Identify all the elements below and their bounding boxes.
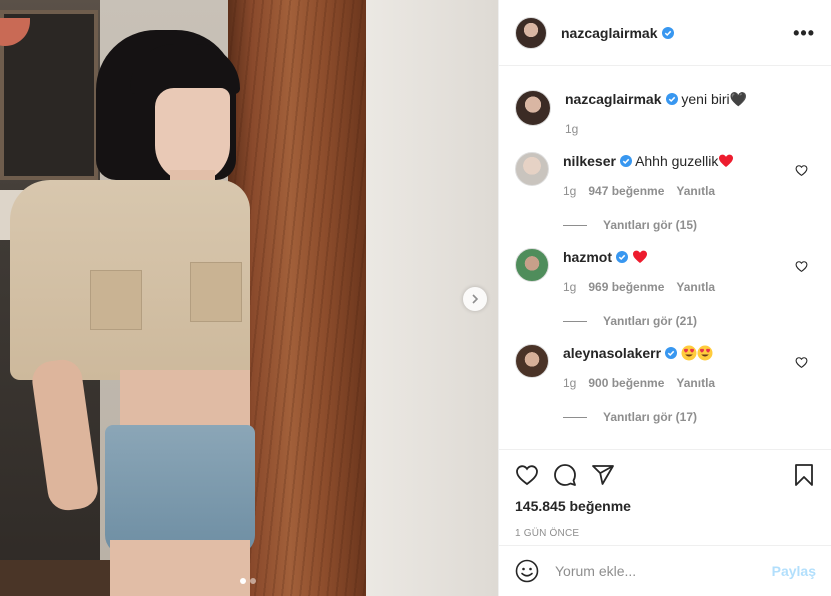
verified-badge-icon <box>661 26 674 39</box>
post-actions: 145.845 beğenme 1 GÜN ÖNCE <box>499 449 831 539</box>
post-header: nazcaglairmak ••• <box>499 0 831 66</box>
share-paper-plane-icon[interactable] <box>591 463 615 487</box>
like-count[interactable]: 145.845 beğenme <box>515 498 816 514</box>
reply-button[interactable]: Yanıtla <box>676 376 715 390</box>
verified-badge-icon <box>665 347 678 359</box>
red-heart-emoji-icon <box>719 154 734 167</box>
caption-time[interactable]: 1g <box>565 122 578 136</box>
carousel-dot <box>250 578 256 584</box>
view-replies-label: Yanıtları gör (15) <box>603 218 698 232</box>
more-options-icon[interactable]: ••• <box>793 24 815 42</box>
post-media[interactable] <box>0 0 498 596</box>
verified-badge-icon <box>665 93 678 105</box>
reply-button[interactable]: Yanıtla <box>676 184 715 198</box>
red-heart-emoji-icon <box>632 250 647 263</box>
comment-likes[interactable]: 969 beğenme <box>588 280 664 294</box>
comment-text: Ahhh guzellik <box>635 153 719 169</box>
comment-item: aleynasolakerr 1g 900 beğenme Yanıtla Ya… <box>515 344 816 424</box>
post-timestamp[interactable]: 1 GÜN ÖNCE <box>515 528 816 539</box>
commenter-avatar[interactable] <box>515 248 549 282</box>
view-replies-button[interactable]: Yanıtları gör (21) <box>563 314 816 328</box>
comment-likes[interactable]: 947 beğenme <box>588 184 664 198</box>
caption-text: yeni biri🖤 <box>681 91 748 107</box>
heart-outline-icon[interactable] <box>795 356 808 369</box>
comment-item: hazmot 1g 969 beğenme Yanıtla Yanıtları … <box>515 248 816 328</box>
carousel-dot-active <box>240 578 246 584</box>
chevron-right-icon <box>472 294 479 304</box>
view-replies-label: Yanıtları gör (21) <box>603 314 698 328</box>
emoji-smiley-icon[interactable] <box>515 559 539 583</box>
heart-outline-icon[interactable] <box>795 260 808 273</box>
replies-divider <box>563 320 587 322</box>
view-replies-button[interactable]: Yanıtları gör (15) <box>563 218 816 232</box>
next-slide-button[interactable] <box>463 287 487 311</box>
bookmark-icon[interactable] <box>792 463 816 487</box>
add-comment-bar: Paylaş <box>499 545 831 596</box>
heart-eyes-emoji-icon <box>697 345 713 361</box>
comment-item: nilkeser Ahhh guzellik 1g 947 beğenme Ya… <box>515 152 816 232</box>
commenter-avatar[interactable] <box>515 344 549 378</box>
like-heart-icon[interactable] <box>515 463 539 487</box>
commenter-username[interactable]: aleynasolakerr <box>563 345 661 361</box>
verified-badge-icon <box>616 251 628 263</box>
author-avatar[interactable] <box>515 16 547 49</box>
comment-time[interactable]: 1g <box>563 376 576 390</box>
comment-time[interactable]: 1g <box>563 184 576 198</box>
commenter-avatar[interactable] <box>515 152 549 186</box>
commenter-username[interactable]: hazmot <box>563 249 612 265</box>
caption-username[interactable]: nazcaglairmak <box>565 91 662 107</box>
reply-button[interactable]: Yanıtla <box>676 280 715 294</box>
comment-time[interactable]: 1g <box>563 280 576 294</box>
post-side-panel: nazcaglairmak ••• nazcaglairmak yeni bir… <box>498 0 831 596</box>
view-replies-button[interactable]: Yanıtları gör (17) <box>563 410 816 424</box>
author-avatar[interactable] <box>515 90 551 126</box>
replies-divider <box>563 416 587 418</box>
carousel-indicator <box>240 578 256 584</box>
heart-eyes-emoji-icon <box>681 345 697 361</box>
post-caption: nazcaglairmak yeni biri🖤 1g <box>515 90 816 136</box>
comment-icon[interactable] <box>553 463 577 487</box>
comments-list[interactable]: nazcaglairmak yeni biri🖤 1g nilkeser Ahh… <box>499 66 831 449</box>
post-comment-button[interactable]: Paylaş <box>772 563 816 579</box>
view-replies-label: Yanıtları gör (17) <box>603 410 698 424</box>
heart-outline-icon[interactable] <box>795 164 808 177</box>
comment-input[interactable] <box>555 563 772 579</box>
author-username[interactable]: nazcaglairmak <box>561 25 658 41</box>
commenter-username[interactable]: nilkeser <box>563 153 616 169</box>
verified-badge-icon <box>619 155 632 167</box>
post-photo <box>0 0 498 596</box>
comment-likes[interactable]: 900 beğenme <box>588 376 664 390</box>
replies-divider <box>563 224 587 226</box>
